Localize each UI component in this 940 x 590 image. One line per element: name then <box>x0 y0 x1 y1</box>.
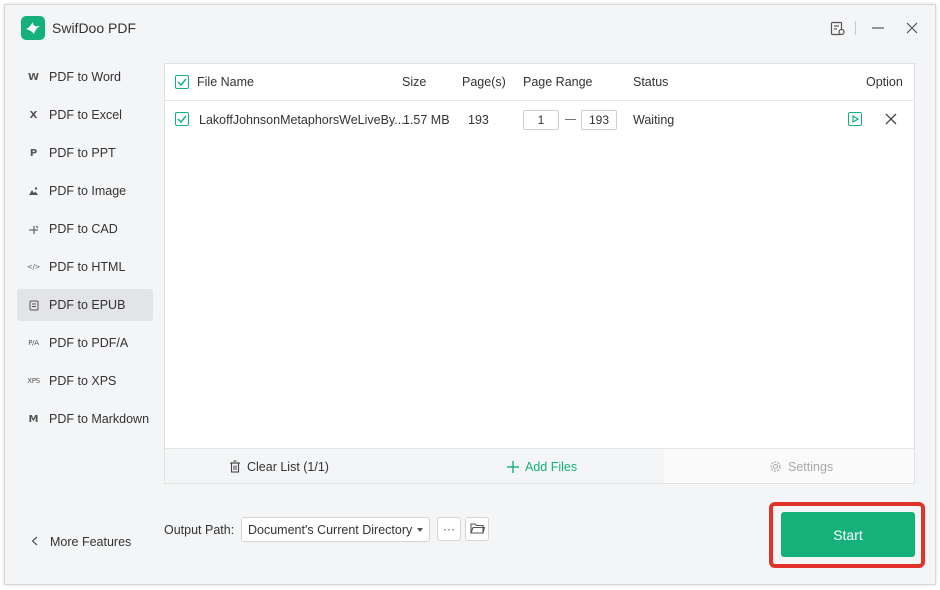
sidebar-item-pdf-to-word[interactable]: W PDF to Word <box>17 61 153 93</box>
app-window: SwifDoo PDF W PDF to Word X PDF to Excel… <box>4 4 936 585</box>
sidebar-item-pdf-to-cad[interactable]: PDF to CAD <box>17 213 153 245</box>
sidebar-item-pdf-to-xps[interactable]: XPS PDF to XPS <box>17 365 153 397</box>
sidebar-item-label: PDF to PDF/A <box>49 336 129 350</box>
chevron-down-icon <box>417 528 423 532</box>
more-features-label: More Features <box>50 535 132 549</box>
feedback-icon[interactable] <box>826 17 848 39</box>
settings-label: Settings <box>788 459 834 474</box>
table-row: LakoffJohnsonMetaphorsWeLiveBy.... 1.57 … <box>165 102 914 138</box>
sidebar: W PDF to Word X PDF to Excel P PDF to PP… <box>17 61 153 441</box>
sidebar-item-pdf-to-html[interactable]: </> PDF to HTML <box>17 251 153 283</box>
table-footer: Clear List (1/1) Add Files Settings <box>165 448 914 483</box>
open-folder-button[interactable] <box>465 517 489 541</box>
header-file-name: File Name <box>197 75 254 89</box>
ppt-icon: P <box>29 147 38 159</box>
cad-icon <box>27 223 40 236</box>
sidebar-item-label: PDF to PPT <box>49 146 116 160</box>
more-features-link[interactable]: More Features <box>31 535 131 549</box>
folder-icon <box>469 522 485 537</box>
sidebar-item-pdf-to-ppt[interactable]: P PDF to PPT <box>17 137 153 169</box>
sidebar-item-pdf-to-pdfa[interactable]: P/A PDF to PDF/A <box>17 327 153 359</box>
plus-icon <box>507 460 519 473</box>
sidebar-item-pdf-to-excel[interactable]: X PDF to Excel <box>17 99 153 131</box>
sidebar-item-label: PDF to HTML <box>49 260 126 274</box>
remove-file-icon[interactable] <box>883 111 899 127</box>
add-files-label: Add Files <box>525 459 578 474</box>
trash-icon <box>229 460 241 473</box>
sidebar-item-pdf-to-image[interactable]: PDF to Image <box>17 175 153 207</box>
sidebar-item-label: PDF to Markdown <box>49 412 150 426</box>
sidebar-item-label: PDF to Image <box>49 184 127 198</box>
word-icon: W <box>27 71 40 83</box>
file-list-panel: File Name Size Page(s) Page Range Status… <box>164 63 915 484</box>
sidebar-item-label: PDF to Excel <box>49 108 122 122</box>
title-bar: SwifDoo PDF <box>5 5 935 51</box>
gear-icon <box>769 460 782 473</box>
browse-more-button[interactable]: ··· <box>437 517 461 541</box>
clear-list-button[interactable]: Clear List (1/1) <box>229 449 329 484</box>
header-status: Status <box>633 75 669 89</box>
xps-icon: XPS <box>27 377 40 385</box>
sidebar-item-label: PDF to XPS <box>49 374 117 388</box>
title-separator <box>855 21 856 35</box>
page-range-to-input[interactable]: 193 <box>581 110 617 130</box>
range-dash <box>565 119 576 120</box>
header-pages: Page(s) <box>462 75 506 89</box>
header-size: Size <box>402 75 427 89</box>
app-logo <box>21 16 45 40</box>
markdown-icon: M <box>28 413 39 425</box>
row-checkbox[interactable] <box>175 112 189 126</box>
sidebar-item-pdf-to-markdown[interactable]: M PDF to Markdown <box>17 403 153 435</box>
header-page-range: Page Range <box>523 75 593 89</box>
chevron-left-icon <box>31 535 38 549</box>
page-range-from-input[interactable]: 1 <box>523 110 559 130</box>
app-title: SwifDoo PDF <box>52 20 137 36</box>
header-option: Option <box>866 75 903 89</box>
excel-icon: X <box>29 109 38 121</box>
image-icon <box>27 185 40 198</box>
sidebar-item-label: PDF to Word <box>49 70 122 84</box>
output-path-value: Document's Current Directory <box>248 522 413 537</box>
minimize-button[interactable] <box>867 17 889 39</box>
sidebar-item-label: PDF to CAD <box>49 222 118 236</box>
row-size: 1.57 MB <box>403 113 450 127</box>
start-button[interactable]: Start <box>781 512 915 557</box>
row-pages: 193 <box>468 113 489 127</box>
sidebar-item-pdf-to-epub[interactable]: PDF to EPUB <box>17 289 153 321</box>
settings-button[interactable]: Settings <box>769 449 833 484</box>
select-all-checkbox[interactable] <box>175 75 189 89</box>
ellipsis-icon: ··· <box>443 522 455 536</box>
html-icon: </> <box>26 263 41 271</box>
output-path-select[interactable]: Document's Current Directory <box>241 517 430 542</box>
row-file-name: LakoffJohnsonMetaphorsWeLiveBy.... <box>199 113 409 127</box>
clear-list-label: Clear List (1/1) <box>247 459 329 474</box>
preview-icon[interactable] <box>848 112 862 126</box>
sidebar-item-label: PDF to EPUB <box>49 298 126 312</box>
table-header: File Name Size Page(s) Page Range Status… <box>165 64 914 101</box>
pdfa-icon: P/A <box>28 339 39 347</box>
close-window-button[interactable] <box>901 17 923 39</box>
add-files-button[interactable]: Add Files <box>507 449 577 484</box>
output-path-label: Output Path: <box>164 523 235 537</box>
epub-icon <box>27 299 40 312</box>
row-status: Waiting <box>633 113 675 127</box>
